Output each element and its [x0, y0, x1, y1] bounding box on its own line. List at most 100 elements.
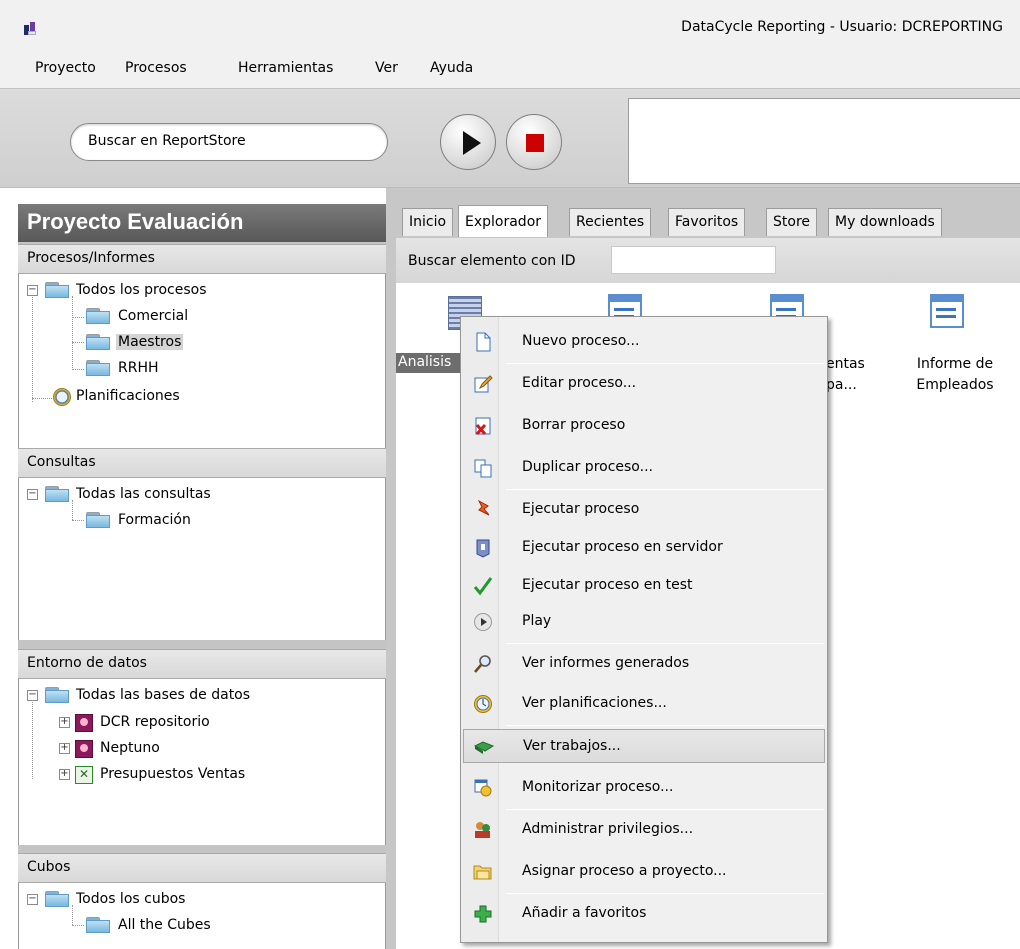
- reportstore-search-input[interactable]: Buscar en ReportStore: [70, 123, 388, 161]
- duplicate-icon: [474, 459, 492, 478]
- section-header-cubos[interactable]: Cubos: [18, 853, 386, 883]
- tree-item-todos-cubos[interactable]: − Todos los cubos: [19, 889, 379, 911]
- tree-item-maestros[interactable]: Maestros: [19, 332, 379, 354]
- tree-item-dcr-repositorio[interactable]: + DCR repositorio: [19, 712, 379, 734]
- users-key-icon: [475, 822, 490, 838]
- stop-button[interactable]: [506, 114, 562, 170]
- menu-item-nuevo-proceso[interactable]: Nuevo proceso...: [463, 325, 825, 359]
- collapse-icon[interactable]: −: [27, 690, 38, 701]
- report-icon[interactable]: [930, 294, 964, 328]
- delete-icon: [475, 417, 491, 435]
- tree-entorno: − Todas las bases de datos + DCR reposit…: [18, 679, 386, 845]
- menu-item-ver-planificaciones[interactable]: Ver planificaciones...: [463, 687, 825, 721]
- expand-icon[interactable]: +: [59, 769, 70, 780]
- folder-icon: [45, 282, 69, 298]
- tab-recientes[interactable]: Recientes: [569, 208, 652, 236]
- folder-icon: [86, 512, 110, 528]
- tree-item-planificaciones[interactable]: Planificaciones: [19, 386, 379, 408]
- tree-cubos: − Todos los cubos All the Cubes: [18, 883, 386, 949]
- menu-item-ver-trabajos[interactable]: Ver trabajos...: [463, 729, 825, 763]
- menu-item-ejecutar-test[interactable]: Ejecutar proceso en test: [463, 569, 825, 603]
- tab-favoritos[interactable]: Favoritos: [668, 208, 746, 236]
- database-icon: [75, 714, 93, 732]
- folder-icon: [86, 917, 110, 933]
- clock-icon: [53, 388, 71, 406]
- menu-item-editar-proceso[interactable]: Editar proceso...: [463, 367, 825, 401]
- section-header-consultas[interactable]: Consultas: [18, 448, 386, 478]
- section-header-procesos[interactable]: Procesos/Informes: [18, 244, 386, 274]
- expand-icon[interactable]: +: [59, 743, 70, 754]
- folder-icon: [86, 334, 110, 350]
- status-panel: [628, 98, 1020, 184]
- lightning-icon: [477, 500, 490, 516]
- id-search-bar: Buscar elemento con ID: [396, 238, 1020, 283]
- menu-item-administrar-privilegios[interactable]: Administrar privilegios...: [463, 813, 825, 847]
- menu-herramientas[interactable]: Herramientas: [238, 60, 333, 76]
- menu-item-asignar-proyecto[interactable]: Asignar proceso a proyecto...: [463, 855, 825, 889]
- collapse-icon[interactable]: −: [27, 489, 38, 500]
- collapse-icon[interactable]: −: [27, 285, 38, 296]
- play-icon: [474, 613, 492, 631]
- app-icon: [24, 22, 38, 36]
- project-title: Proyecto Evaluación: [18, 204, 386, 242]
- expand-icon[interactable]: +: [59, 717, 70, 728]
- folder-icon: [86, 360, 110, 376]
- tree-item-todas-consultas[interactable]: − Todas las consultas: [19, 484, 379, 506]
- menu-item-anadir-favoritos[interactable]: Añadir a favoritos: [463, 897, 825, 931]
- report-item-label-line2[interactable]: pa...: [826, 377, 857, 393]
- tab-store[interactable]: Store: [766, 208, 818, 236]
- title-bar: DataCycle Reporting - Usuario: DCREPORTI…: [0, 0, 1020, 50]
- clock-icon: [474, 695, 492, 713]
- tree-item-all-the-cubes[interactable]: All the Cubes: [19, 915, 379, 937]
- tree-consultas: − Todas las consultas Formación: [18, 478, 386, 640]
- menu-item-ejecutar-proceso[interactable]: Ejecutar proceso: [463, 493, 825, 527]
- menu-proyecto[interactable]: Proyecto: [35, 60, 96, 76]
- left-panel: Proyecto Evaluación Procesos/Informes − …: [18, 204, 386, 949]
- menu-item-ver-informes[interactable]: Ver informes generados: [463, 647, 825, 681]
- tab-inicio[interactable]: Inicio: [402, 208, 454, 236]
- menu-ayuda[interactable]: Ayuda: [430, 60, 473, 76]
- jobs-icon: [474, 741, 494, 754]
- informe-empleados-label-line1[interactable]: Informe de: [905, 356, 1005, 372]
- server-icon: [476, 539, 490, 558]
- tree-item-rrhh[interactable]: RRHH: [19, 358, 379, 380]
- reportstore-search-label: Buscar en ReportStore: [88, 133, 246, 149]
- tree-item-comercial[interactable]: Comercial: [19, 306, 379, 328]
- analisis-item-label[interactable]: Analisis: [396, 353, 462, 373]
- tree-item-neptuno[interactable]: + Neptuno: [19, 738, 379, 760]
- menu-procesos[interactable]: Procesos: [125, 60, 187, 76]
- context-menu: Nuevo proceso... Editar proceso... Borra…: [460, 316, 828, 943]
- tree-item-todos-procesos[interactable]: − Todos los procesos: [19, 280, 379, 302]
- menu-item-duplicar-proceso[interactable]: Duplicar proceso...: [463, 451, 825, 485]
- tree-item-formacion[interactable]: Formación: [19, 510, 379, 532]
- excel-icon: [75, 766, 93, 784]
- stop-icon: [526, 134, 544, 152]
- folder-icon: [45, 891, 69, 907]
- play-button[interactable]: [440, 114, 496, 170]
- id-search-input[interactable]: [611, 246, 776, 274]
- window-title: DataCycle Reporting - Usuario: DCREPORTI…: [681, 19, 1003, 35]
- tree-procesos: − Todos los procesos Comercial Maestros …: [18, 274, 386, 448]
- menu-bar: Proyecto Procesos Herramientas Ver Ayuda: [0, 50, 1020, 88]
- play-icon: [463, 131, 481, 155]
- magnifier-icon: [474, 655, 491, 673]
- informe-empleados-label-line2[interactable]: Empleados: [905, 377, 1005, 393]
- collapse-icon[interactable]: −: [27, 894, 38, 905]
- new-document-icon: [476, 332, 491, 352]
- folder-icon: [45, 486, 69, 502]
- section-header-entorno[interactable]: Entorno de datos: [18, 649, 386, 679]
- menu-item-ejecutar-servidor[interactable]: Ejecutar proceso en servidor: [463, 531, 825, 565]
- tree-item-presupuestos-ventas[interactable]: + Presupuestos Ventas: [19, 764, 379, 786]
- tab-explorador[interactable]: Explorador: [458, 205, 549, 237]
- checkmark-icon: [473, 577, 493, 596]
- report-item-label-line1[interactable]: entas: [826, 356, 865, 372]
- tab-my-downloads[interactable]: My downloads: [828, 208, 942, 236]
- menu-item-play[interactable]: Play: [463, 605, 825, 639]
- tree-item-todas-bd[interactable]: − Todas las bases de datos: [19, 685, 379, 707]
- menu-ver[interactable]: Ver: [375, 60, 398, 76]
- folder-assign-icon: [473, 865, 492, 880]
- menu-item-borrar-proceso[interactable]: Borrar proceso: [463, 409, 825, 443]
- menu-item-monitorizar-proceso[interactable]: Monitorizar proceso...: [463, 771, 825, 805]
- edit-icon: [474, 375, 493, 393]
- id-search-label: Buscar elemento con ID: [408, 253, 576, 269]
